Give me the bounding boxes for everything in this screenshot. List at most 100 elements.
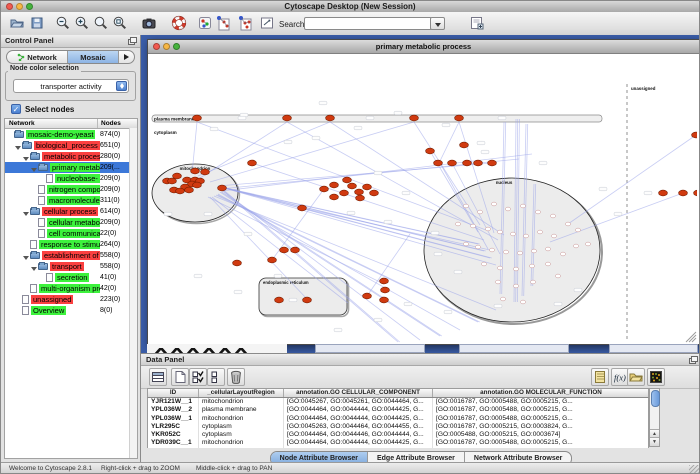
- table-cell: mitochondrion: [199, 415, 284, 423]
- layout-plugin-a-icon[interactable]: [215, 15, 232, 32]
- open-attribute-file-icon[interactable]: [627, 368, 645, 386]
- select-nodes-label: Select nodes: [25, 105, 74, 114]
- column-header[interactable]: annotation.GO MOLECULAR_FUNCTION: [433, 389, 650, 397]
- matrix-view-icon[interactable]: [647, 368, 665, 386]
- import-attributes-icon[interactable]: [591, 368, 609, 386]
- tree-item-label[interactable]: mosaic-demo-yeast: [26, 130, 95, 139]
- attribute-table[interactable]: ID_cellularLayoutRegionannotation.GO CEL…: [147, 388, 649, 448]
- create-attribute-icon[interactable]: [171, 368, 189, 386]
- tree-row[interactable]: nucleobase-209(0): [5, 173, 137, 184]
- tree-item-label[interactable]: biological_process: [34, 141, 100, 150]
- tab-overflow-arrow-icon[interactable]: [119, 51, 134, 63]
- column-header[interactable]: annotation.GO CELLULAR_COMPONENT: [284, 389, 433, 397]
- table-cell: mitochondrion: [199, 439, 284, 447]
- tree-item-label[interactable]: Overview: [31, 306, 66, 315]
- tree-row[interactable]: Overview8(0): [5, 305, 137, 316]
- network-canvas[interactable]: plasma membranecytoplasmmitochondrionnuc…: [148, 54, 697, 344]
- tree-body[interactable]: mosaic-demo-yeast874(0)biological_proces…: [5, 129, 137, 316]
- tree-item-label[interactable]: transport: [50, 262, 84, 271]
- network-window[interactable]: primary metabolic process plasma membran…: [147, 39, 700, 345]
- float-panel-icon[interactable]: [128, 37, 136, 44]
- tree-item-label[interactable]: macromolecule: [47, 196, 100, 205]
- search-settings-icon[interactable]: [469, 15, 486, 32]
- zoom-in-icon[interactable]: [74, 15, 91, 32]
- select-attributes-icon[interactable]: [189, 368, 207, 386]
- tree-row[interactable]: cellular process614(0): [5, 206, 137, 217]
- tree-item-label[interactable]: cell communicat: [47, 229, 100, 238]
- column-header[interactable]: ID: [148, 389, 199, 397]
- float-panel-icon[interactable]: [689, 356, 697, 363]
- tree-row[interactable]: establishment of lo558(0): [5, 250, 137, 261]
- layout-plugin-b-icon[interactable]: [237, 15, 254, 32]
- table-row[interactable]: YLR295Ccytoplasm[GO:0045263, GO:0044464,…: [147, 423, 649, 431]
- tree-row[interactable]: cell communicat22(0): [5, 228, 137, 239]
- tree-row[interactable]: nitrogen compo209(0): [5, 184, 137, 195]
- search-input[interactable]: [304, 17, 432, 30]
- snapshot-camera-icon[interactable]: [141, 15, 158, 32]
- network-close-button[interactable]: [153, 43, 160, 50]
- column-header[interactable]: _cellularLayoutRegion: [199, 389, 284, 397]
- tree-item-label[interactable]: establishment of lo: [42, 251, 100, 260]
- tree-item-label[interactable]: multi-organism pro: [39, 284, 100, 293]
- table-body[interactable]: YJR121W__1mitochondrion[GO:0045267, GO:0…: [147, 398, 649, 448]
- save-session-icon[interactable]: [29, 15, 46, 32]
- scrollbar-thumb[interactable]: [651, 390, 660, 407]
- tree-item-label[interactable]: response to stimulu: [39, 240, 100, 249]
- tree-item-label[interactable]: nucleobase-: [55, 174, 100, 183]
- delete-attribute-trash-icon[interactable]: [227, 368, 245, 386]
- unselect-attributes-icon[interactable]: [207, 368, 225, 386]
- search-label: Search:: [279, 20, 307, 29]
- zoom-out-icon[interactable]: [55, 15, 72, 32]
- tree-item-label[interactable]: cellular process: [42, 207, 98, 216]
- tree-column-nodes[interactable]: Nodes: [98, 119, 137, 128]
- canvas-resize-grip[interactable]: [686, 332, 696, 342]
- dropdown-stepper-icon[interactable]: [116, 81, 127, 91]
- tree-column-network[interactable]: Network: [5, 119, 98, 128]
- tree-row[interactable]: multi-organism pro42(0): [5, 283, 137, 294]
- zoom-fit-icon[interactable]: [112, 15, 129, 32]
- tree-row[interactable]: primary metabo209(...: [5, 162, 137, 173]
- tree-item-label[interactable]: unassigned: [31, 295, 73, 304]
- tree-row[interactable]: secretion41(0): [5, 272, 137, 283]
- table-row[interactable]: YPL036W__2plasma membrane[GO:0044464, GO…: [147, 406, 649, 414]
- tree-item-label[interactable]: nitrogen compo: [47, 185, 100, 194]
- table-scrollbar[interactable]: ▲ ▼: [649, 388, 660, 447]
- table-row[interactable]: YJR121W__1mitochondrion[GO:0045267, GO:0…: [147, 398, 649, 406]
- folder-icon: [38, 263, 48, 270]
- network-window-titlebar[interactable]: primary metabolic process: [148, 40, 699, 54]
- attribute-grid-icon[interactable]: [149, 368, 167, 386]
- table-row[interactable]: YPL036W__1mitochondrion[GO:0044464, GO:0…: [147, 415, 649, 423]
- tab-network[interactable]: Network: [7, 51, 68, 63]
- tab-mosaic[interactable]: Mosaic: [68, 51, 119, 63]
- control-panel-titlebar[interactable]: Control Panel: [1, 35, 140, 48]
- table-row[interactable]: YDR039C__1mitochondrion[GO:0044464, GO:0…: [147, 439, 649, 447]
- table-row[interactable]: YKR052Ccytoplasm[GO:0044464, GO:0044446,…: [147, 431, 649, 439]
- network-tree[interactable]: Network Nodes mosaic-demo-yeast874(0)bio…: [4, 118, 138, 459]
- tree-row[interactable]: transport558(0): [5, 261, 137, 272]
- scroll-down-icon[interactable]: ▼: [650, 437, 659, 446]
- tree-scrollbar-track[interactable]: [129, 128, 137, 458]
- open-session-icon[interactable]: [9, 15, 26, 32]
- minimize-button[interactable]: [16, 3, 23, 10]
- select-nodes-checkbox[interactable]: ✓: [11, 104, 21, 114]
- zoom-selected-icon[interactable]: [93, 15, 110, 32]
- data-panel-titlebar[interactable]: Data Panel: [141, 354, 700, 366]
- node-color-dropdown[interactable]: transporter activity: [13, 79, 129, 93]
- window-resize-grip[interactable]: [689, 465, 699, 474]
- zoom-button[interactable]: [26, 3, 33, 10]
- network-zoom-button[interactable]: [173, 43, 180, 50]
- mosaic-plugin-icon[interactable]: [197, 15, 214, 32]
- tree-item-label[interactable]: metabolic process: [42, 152, 100, 161]
- help-lifesaver-icon[interactable]: [171, 15, 188, 32]
- close-button[interactable]: [6, 3, 13, 10]
- tree-row[interactable]: mosaic-demo-yeast874(0): [5, 129, 137, 140]
- tree-row[interactable]: metabolic process280(0): [5, 151, 137, 162]
- tree-item-label[interactable]: cellular metabo: [47, 218, 100, 227]
- search-options-icon[interactable]: [259, 15, 276, 32]
- tree-item-label[interactable]: secretion: [55, 273, 89, 282]
- search-dropdown-button[interactable]: [430, 17, 445, 30]
- network-minimize-button[interactable]: [163, 43, 170, 50]
- tree-row[interactable]: unassigned223(0): [5, 294, 137, 305]
- tree-row[interactable]: cellular metabo209(0): [5, 217, 137, 228]
- tree-item-label[interactable]: primary metabo: [50, 163, 100, 172]
